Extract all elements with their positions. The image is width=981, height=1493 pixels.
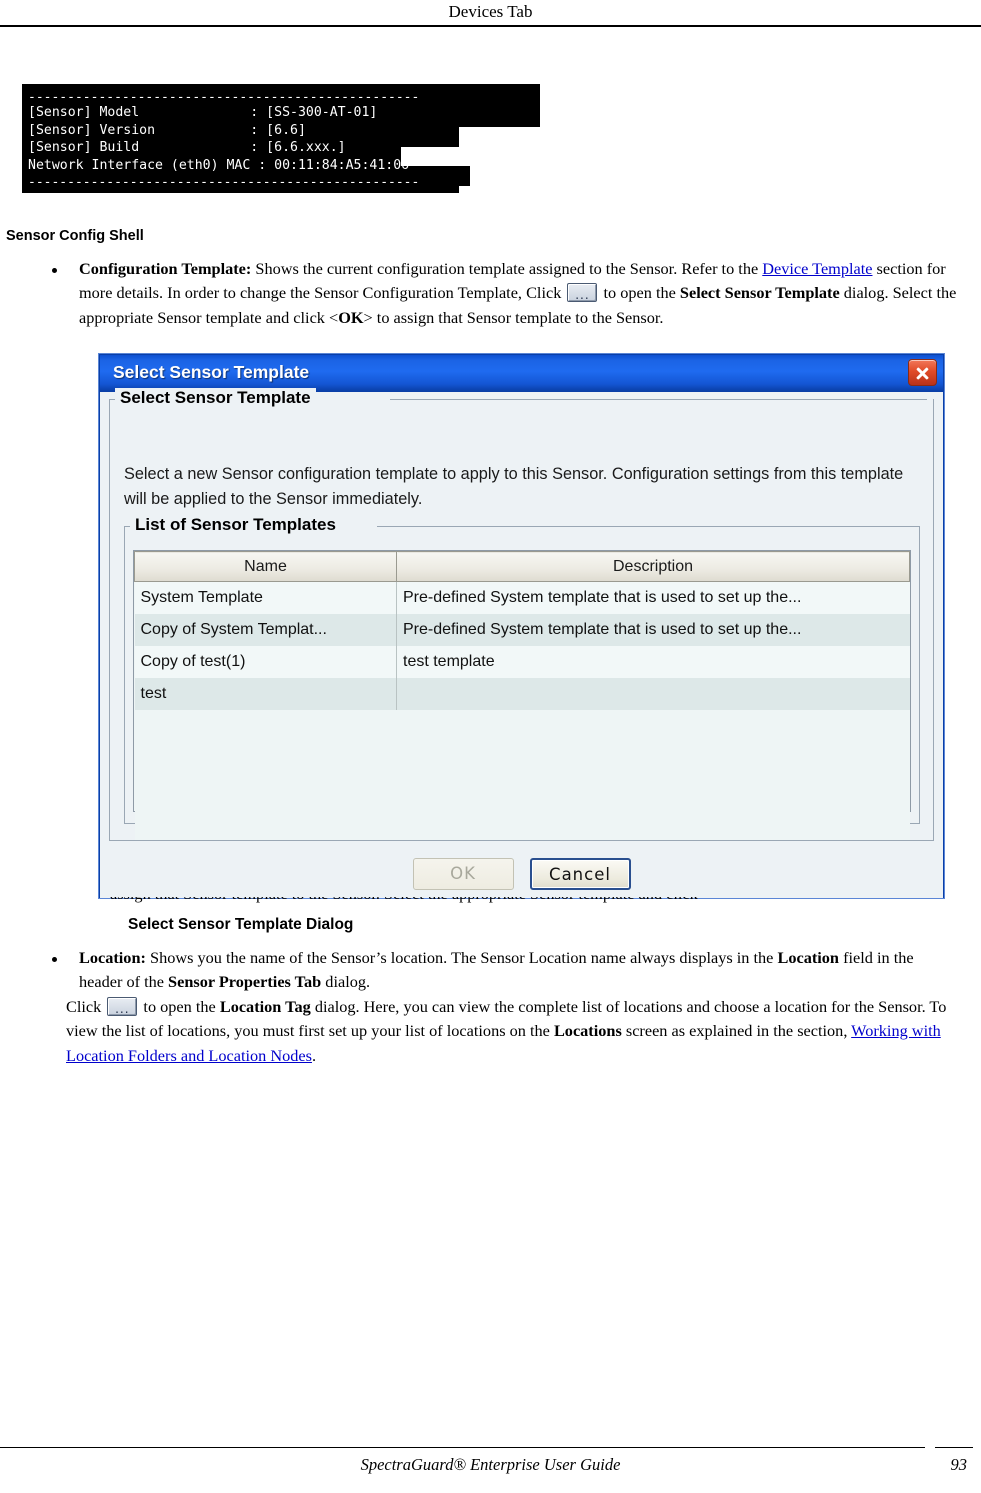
device-template-link[interactable]: Device Template [762,259,872,278]
location-text-5: to open the [139,997,220,1016]
sensor-template-table[interactable]: Name Description System Template Pre-def… [133,550,911,840]
location-text-8: . [311,1045,317,1065]
cell-template-description: Pre-defined System template that is used… [396,613,910,646]
dialog-button-row: OK Cancel [100,858,943,890]
list-groupbox-legend: List of Sensor Templates [130,515,341,535]
cell-template-name: Copy of test(1) [134,645,397,678]
terminal-line: [Sensor] Model : [SS-300-AT-01] [28,105,378,120]
groupbox-legend: Select Sensor Template [115,388,316,408]
locations-bold: Locations [553,1021,622,1041]
terminal-rule-top: ----------------------------------------… [28,90,420,104]
select-sensor-template-dialog: Select Sensor Template Select Sensor Tem… [99,354,944,898]
cancel-button[interactable]: Cancel [529,858,631,890]
bullet-marker [52,268,57,273]
table-empty-area [134,709,910,840]
footer-page-number: 93 [950,1455,968,1474]
bullet-location: Location: Shows you the name of the Sens… [79,946,961,995]
location-text-1: Shows you the name of the Sensor’s locat… [145,948,778,967]
cell-template-description: Pre-defined System template that is used… [396,581,910,614]
table-filler-cell [396,709,910,840]
table-row[interactable]: test [134,677,910,710]
footer-divider [0,1447,925,1448]
running-header: Devices Tab [448,2,533,21]
configuration-template-term: Configuration Template: [79,259,252,278]
configuration-template-text-3: to open the [599,283,680,303]
bullet-configuration-template: Configuration Template: Shows the curren… [79,257,961,330]
table-row[interactable]: Copy of System Templat... Pre-defined Sy… [134,613,910,646]
column-header-name[interactable]: Name [134,551,397,582]
configuration-template-text-5: > to assign that Sensor template to the … [363,307,664,327]
table-row[interactable]: System Template Pre-defined System templ… [134,581,910,614]
terminal-clip-artifact [459,127,543,147]
terminal-clip-artifact [459,186,543,204]
sensor-properties-tab-bold: Sensor Properties Tab [168,972,322,992]
cell-template-name: test [134,677,397,710]
column-header-description[interactable]: Description [396,551,910,582]
location-text-7: screen as explained in the section, [621,1021,852,1041]
dialog-titlebar: Select Sensor Template [100,355,943,392]
location-text-4: Click [66,997,106,1016]
ok-button[interactable]: OK [412,858,514,890]
footer-title: SpectraGuard® Enterprise User Guide [360,1455,621,1474]
dialog-description: Select a new Sensor configuration templa… [124,465,904,508]
sensor-config-shell-heading: Sensor Config Shell [6,228,144,244]
location-tag-bold: Location Tag [219,997,311,1016]
browse-ellipsis-button-icon[interactable] [567,283,598,303]
footer-divider-page [935,1447,973,1448]
list-groupbox-top-line-right [377,526,920,527]
location-text-3: dialog. [321,972,371,992]
groupbox-top-line-right [390,399,927,400]
table-row[interactable]: Copy of test(1) test template [134,645,910,678]
dialog-title: Select Sensor Template [113,362,310,382]
close-icon[interactable] [908,359,937,386]
cell-template-description [396,677,910,710]
obscured-text-behind-dialog: assign that Sensor template to the Senso… [110,897,976,906]
bullet-marker [52,957,57,962]
location-field-bold: Location [777,948,839,967]
cell-template-name: Copy of System Templat... [134,613,397,646]
browse-ellipsis-button-icon[interactable] [107,997,138,1016]
terminal-clip-artifact [401,147,543,166]
table-header-row: Name Description [134,551,910,582]
header-divider [0,25,981,27]
cell-template-name: System Template [134,581,397,614]
table-filler-cell [134,709,397,840]
dialog-body: Select Sensor Template Select a new Sens… [100,388,943,898]
cell-template-description: test template [396,645,910,678]
configuration-template-text-1: Shows the current configuration template… [251,259,763,278]
location-term: Location: [79,948,146,967]
ok-bold: OK [338,307,364,327]
dialog-caption: Select Sensor Template Dialog [128,916,354,933]
bullet-location-continued: Click to open the Location Tag dialog. H… [66,995,961,1068]
select-sensor-template-bold: Select Sensor Template [679,283,840,303]
